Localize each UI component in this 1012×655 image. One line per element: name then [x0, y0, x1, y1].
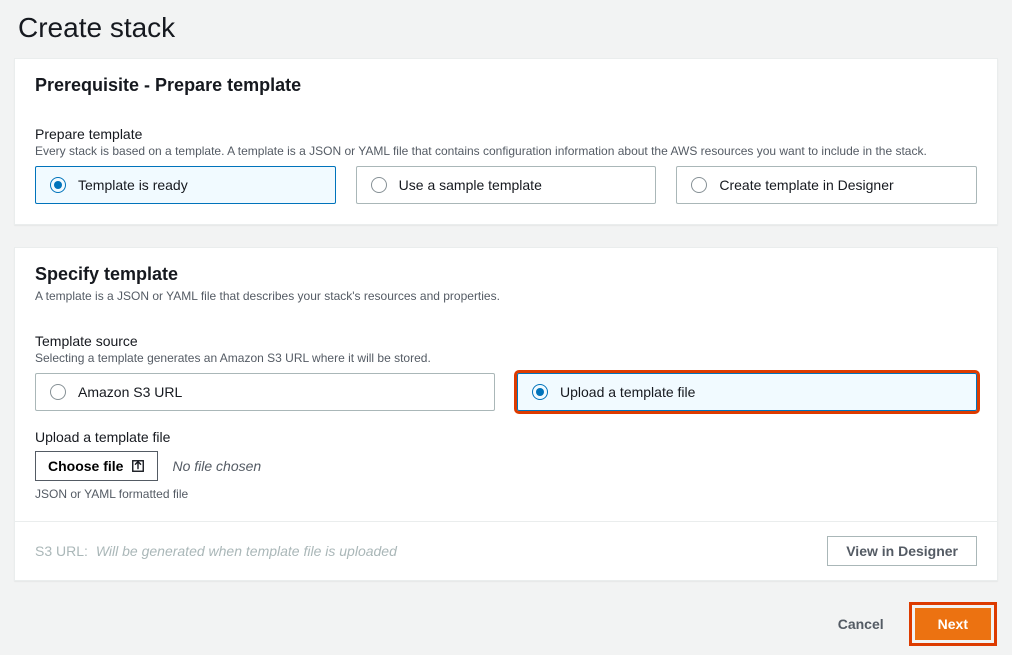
- option-label: Upload a template file: [560, 384, 695, 400]
- cancel-button[interactable]: Cancel: [828, 608, 894, 640]
- prepare-template-help: Every stack is based on a template. A te…: [35, 144, 977, 158]
- option-create-designer[interactable]: Create template in Designer: [676, 166, 977, 204]
- option-amazon-s3-url[interactable]: Amazon S3 URL: [35, 373, 495, 411]
- no-file-text: No file chosen: [172, 458, 261, 474]
- prepare-template-label: Prepare template: [35, 126, 977, 142]
- upload-icon: [131, 459, 145, 473]
- choose-file-label: Choose file: [48, 458, 123, 474]
- radio-icon: [691, 177, 707, 193]
- radio-icon: [50, 384, 66, 400]
- radio-icon: [532, 384, 548, 400]
- template-source-help: Selecting a template generates an Amazon…: [35, 351, 977, 365]
- option-label: Create template in Designer: [719, 177, 893, 193]
- format-hint: JSON or YAML formatted file: [35, 487, 977, 501]
- next-highlight: Next: [912, 605, 994, 643]
- action-bar: Cancel Next: [14, 603, 998, 643]
- specify-sub: A template is a JSON or YAML file that d…: [35, 289, 977, 303]
- option-label: Template is ready: [78, 177, 188, 193]
- s3-url-label: S3 URL:: [35, 543, 88, 559]
- page-title: Create stack: [14, 12, 998, 44]
- option-sample-template[interactable]: Use a sample template: [356, 166, 657, 204]
- radio-icon: [50, 177, 66, 193]
- prerequisite-panel: Prerequisite - Prepare template Prepare …: [14, 58, 998, 225]
- option-upload-template-file[interactable]: Upload a template file: [517, 373, 977, 411]
- prerequisite-heading: Prerequisite - Prepare template: [35, 75, 977, 96]
- template-source-label: Template source: [35, 333, 977, 349]
- specify-heading: Specify template: [35, 264, 977, 285]
- choose-file-button[interactable]: Choose file: [35, 451, 158, 481]
- template-source-options: Amazon S3 URL Upload a template file: [35, 373, 977, 411]
- specify-template-panel: Specify template A template is a JSON or…: [14, 247, 998, 581]
- s3-url-value: Will be generated when template file is …: [96, 543, 397, 559]
- radio-icon: [371, 177, 387, 193]
- prepare-template-options: Template is ready Use a sample template …: [35, 166, 977, 204]
- specify-footer: S3 URL: Will be generated when template …: [15, 521, 997, 580]
- option-label: Use a sample template: [399, 177, 542, 193]
- option-template-ready[interactable]: Template is ready: [35, 166, 336, 204]
- upload-label: Upload a template file: [35, 429, 977, 445]
- view-in-designer-button[interactable]: View in Designer: [827, 536, 977, 566]
- option-label: Amazon S3 URL: [78, 384, 182, 400]
- upload-section: Upload a template file Choose file No fi…: [35, 429, 977, 501]
- next-button[interactable]: Next: [915, 608, 991, 640]
- s3-url-text: S3 URL: Will be generated when template …: [35, 543, 397, 559]
